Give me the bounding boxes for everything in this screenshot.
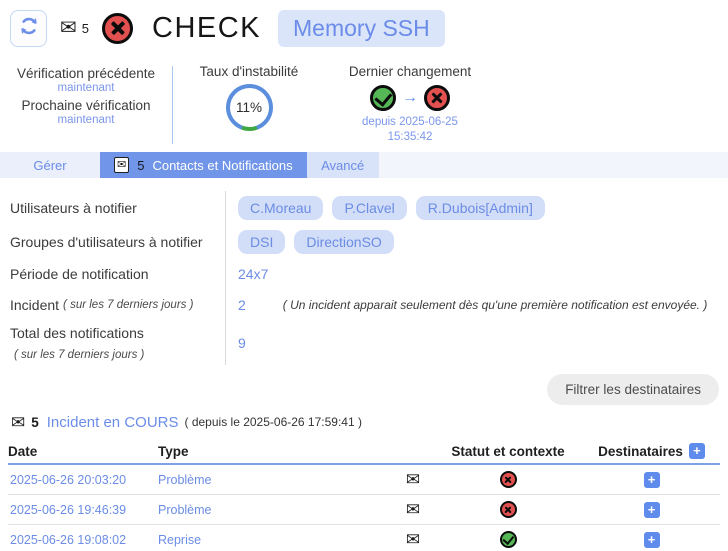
incident-row: 2025-06-26 19:08:02 Reprise ✉ + <box>8 525 720 551</box>
mail-count: 5 <box>82 21 89 36</box>
group-chip[interactable]: DSI <box>238 230 285 254</box>
filter-row: Filtrer les destinataires <box>0 369 728 409</box>
incident-type[interactable]: Problème <box>158 473 393 487</box>
incident-count-value: 2 <box>238 297 246 313</box>
total-notifications-row: Total des notifications ( sur les 7 dern… <box>0 321 728 365</box>
tab-contacts-notifications[interactable]: ✉ 5 Contacts et Notifications <box>100 152 307 178</box>
label-text: Incident <box>10 295 59 315</box>
arrow-right-icon: → <box>402 89 418 107</box>
user-chip[interactable]: R.Dubois[Admin] <box>416 196 545 220</box>
notification-period-row: Période de notification 24x7 <box>0 259 728 289</box>
check-status-error-icon <box>102 13 133 44</box>
user-chip[interactable]: C.Moreau <box>238 196 323 220</box>
tab-gerer[interactable]: Gérer <box>0 152 100 178</box>
next-check-label: Prochaine vérification <box>21 98 150 113</box>
mail-icon[interactable]: ✉ <box>406 470 420 490</box>
incident-section-header: ✉ 5 Incident en COURS ( depuis le 2025-0… <box>0 409 728 435</box>
groups-to-notify-label: Groupes d'utilisateurs à notifier <box>0 225 226 259</box>
last-change-since: depuis 2025-06-25 15:35:42 <box>362 115 458 145</box>
incident-type[interactable]: Reprise <box>158 533 393 547</box>
group-chip[interactable]: DirectionSO <box>294 230 393 254</box>
incident-date[interactable]: 2025-06-26 20:03:20 <box>8 473 158 487</box>
incident-count-label: Incident ( sur les 7 derniers jours ) <box>0 289 226 321</box>
ok-status-icon <box>370 85 396 111</box>
users-to-notify-chips: C.Moreau P.Clavel R.Dubois[Admin] <box>226 196 728 220</box>
incident-status-icon <box>500 531 517 548</box>
tab-avance[interactable]: Avancé <box>307 152 379 178</box>
label-text: Total des notifications <box>10 323 144 343</box>
mail-icon[interactable]: ✉ <box>406 500 420 520</box>
mail-icon: ✉ <box>11 414 25 431</box>
stats-strip: Vérification précédente maintenant Proch… <box>0 56 728 152</box>
notification-settings: Utilisateurs à notifier C.Moreau P.Clave… <box>0 178 728 365</box>
verification-column: Vérification précédente maintenant Proch… <box>0 64 172 152</box>
total-notifications-label: Total des notifications ( sur les 7 dern… <box>0 321 226 365</box>
col-status: Statut et contexte <box>451 444 564 459</box>
groups-to-notify-row: Groupes d'utilisateurs à notifier DSI Di… <box>0 225 728 259</box>
col-type: Type <box>158 444 393 459</box>
last-change-label: Dernier changement <box>349 64 471 79</box>
refresh-button[interactable] <box>10 10 47 47</box>
filter-recipients-button[interactable]: Filtrer les destinataires <box>547 374 719 405</box>
mail-icon[interactable]: ✉ <box>406 530 420 550</box>
instability-column: Taux d'instabilité 11% <box>173 64 325 152</box>
last-change-column: Dernier changement → depuis 2025-06-25 1… <box>325 64 495 152</box>
tab-label: Contacts et Notifications <box>152 158 292 173</box>
previous-check-label: Vérification précédente <box>17 66 155 81</box>
col-destinataires: Destinataires + <box>598 443 705 459</box>
incident-badge: 5 <box>31 415 39 430</box>
incident-since: ( depuis le 2025-06-26 17:59:41 ) <box>185 415 362 429</box>
check-name-badge[interactable]: Memory SSH <box>278 10 445 47</box>
label-note: ( sur les 7 derniers jours ) <box>63 297 193 314</box>
incident-note: ( Un incident apparait seulement dès qu'… <box>283 298 708 312</box>
app-header: ✉ 5 CHECK Memory SSH <box>0 0 728 56</box>
add-recipient-button[interactable]: + <box>644 502 660 518</box>
since-date: depuis 2025-06-25 <box>362 115 458 130</box>
users-to-notify-label: Utilisateurs à notifier <box>0 191 226 225</box>
add-recipient-button[interactable]: + <box>644 472 660 488</box>
error-status-icon <box>424 85 450 111</box>
incident-status-icon <box>500 501 517 518</box>
since-time: 15:35:42 <box>362 130 458 145</box>
add-recipient-icon[interactable]: + <box>689 443 705 459</box>
tab-badge: 5 <box>137 158 144 173</box>
incident-type[interactable]: Problème <box>158 503 393 517</box>
incident-row: 2025-06-26 19:46:39 Problème ✉ + <box>8 495 720 525</box>
previous-check-value[interactable]: maintenant <box>58 82 115 94</box>
page-title: CHECK <box>152 12 261 45</box>
incident-status-icon <box>500 471 517 488</box>
incident-date[interactable]: 2025-06-26 19:08:02 <box>8 533 158 547</box>
instability-gauge: 11% <box>226 84 273 131</box>
users-to-notify-row: Utilisateurs à notifier C.Moreau P.Clave… <box>0 191 728 225</box>
groups-to-notify-chips: DSI DirectionSO <box>226 230 728 254</box>
next-check-value[interactable]: maintenant <box>58 114 115 126</box>
label-note: ( sur les 7 derniers jours ) <box>14 347 144 364</box>
mail-icon: ✉ <box>114 157 129 173</box>
instability-label: Taux d'instabilité <box>200 64 299 79</box>
instability-value: 11% <box>230 88 269 127</box>
last-change-icons: → <box>370 85 450 111</box>
incident-date[interactable]: 2025-06-26 19:46:39 <box>8 503 158 517</box>
mail-icon: ✉ <box>60 18 77 38</box>
user-chip[interactable]: P.Clavel <box>332 196 406 220</box>
incident-row: 2025-06-26 20:03:20 Problème ✉ + <box>8 465 720 495</box>
tab-bar: Gérer ✉ 5 Contacts et Notifications Avan… <box>0 152 728 178</box>
incident-count-row: Incident ( sur les 7 derniers jours ) 2 … <box>0 289 728 321</box>
add-recipient-button[interactable]: + <box>644 532 660 548</box>
col-destinataires-label: Destinataires <box>598 444 683 459</box>
notification-period-value: 24x7 <box>238 266 268 282</box>
incident-table-header: Date Type Statut et contexte Destinatair… <box>8 439 720 465</box>
col-date: Date <box>8 444 158 459</box>
refresh-icon <box>18 15 40 42</box>
incident-title[interactable]: Incident en COURS <box>47 414 179 431</box>
incident-table: Date Type Statut et contexte Destinatair… <box>8 439 720 551</box>
header-mail-group[interactable]: ✉ 5 <box>60 18 89 38</box>
total-notifications-value: 9 <box>238 335 246 351</box>
notification-period-label: Période de notification <box>0 259 226 289</box>
